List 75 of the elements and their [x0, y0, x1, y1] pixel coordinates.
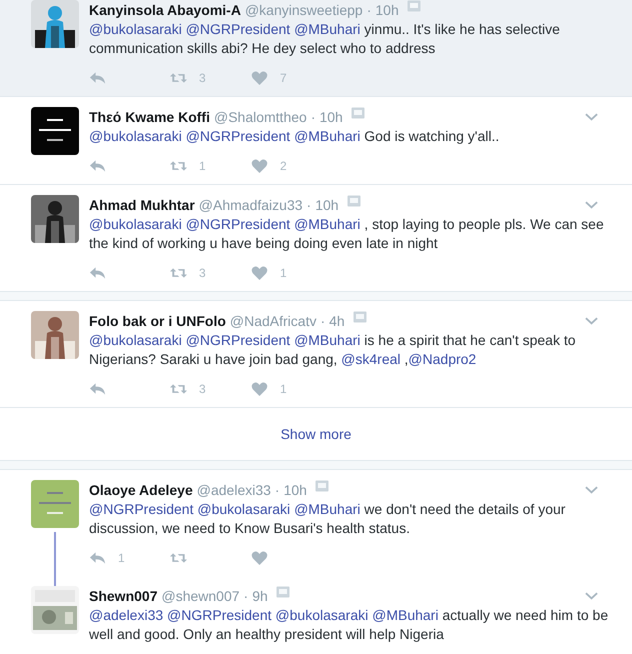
tweet-text: @bukolasaraki @NGRPresident @MBuhari is he a spirit that he can't speak to Nigerians? Saraki u have join bad gang, @sk4real ,@Nadpro2	[89, 331, 577, 369]
mention-link[interactable]: @NGRPresident	[89, 501, 194, 517]
user-name[interactable]: Folo bak or i UNFolo	[89, 313, 226, 329]
heart-icon[interactable]	[251, 266, 268, 280]
image-icon	[350, 107, 365, 119]
mention-link[interactable]: @bukolasaraki	[275, 607, 368, 623]
chevron-down-icon[interactable]	[585, 201, 598, 209]
show-more-link[interactable]: Show more	[280, 426, 352, 442]
mention-link[interactable]: @MBuhari	[294, 128, 360, 144]
chevron-down-icon[interactable]	[585, 317, 598, 325]
separator-dot: ·	[310, 109, 316, 125]
image-icon	[352, 311, 367, 323]
mention-link[interactable]: @bukolasaraki	[197, 501, 290, 517]
user-name[interactable]: Shewn007	[89, 588, 158, 604]
like-count: 7	[280, 71, 287, 85]
mention-link[interactable]: @NGRPresident	[167, 607, 272, 623]
retweet-icon[interactable]	[170, 382, 187, 396]
retweet-icon[interactable]	[170, 159, 187, 173]
image-icon	[314, 480, 329, 492]
mention-link[interactable]: @MBuhari	[294, 21, 360, 37]
mention-link[interactable]: @NGRPresident	[186, 216, 290, 232]
separator-dot: ·	[320, 313, 326, 329]
retweet-icon[interactable]	[170, 266, 187, 280]
mention-link[interactable]: @NGRPresident	[186, 332, 290, 348]
reply-icon[interactable]	[89, 159, 106, 173]
mention-link[interactable]: @bukolasaraki	[89, 128, 182, 144]
reply-icon[interactable]	[89, 71, 106, 85]
reply-icon[interactable]	[89, 551, 106, 565]
mention-link[interactable]: @MBuhari	[294, 501, 360, 517]
thread-line	[54, 532, 56, 586]
retweet-count: 3	[199, 71, 206, 85]
user-name[interactable]: Kanyinsola Abayomi-A	[89, 2, 241, 18]
user-name[interactable]: Thεό Kwame Koffi	[89, 109, 210, 125]
tweet-text: @bukolasaraki @NGRPresident @MBuhari , stop laying to people pls. We can see the kind of working u have being doing even late in night	[89, 215, 605, 253]
heart-icon[interactable]	[251, 551, 268, 565]
like-count: 1	[280, 266, 287, 280]
retweet-icon[interactable]	[170, 551, 187, 565]
retweet-count: 3	[199, 382, 206, 396]
separator-dot: ·	[244, 588, 248, 604]
tweet-text: @bukolasaraki @NGRPresident @MBuhari God is watching y'all..	[89, 127, 500, 146]
tweet-text: @adelexi33 @NGRPresident @bukolasaraki @MBuhari actually we need him to be well and good. Only an healthy president will help Nigeria	[89, 606, 610, 644]
like-count: 1	[280, 382, 287, 396]
chevron-down-icon[interactable]	[585, 113, 598, 121]
retweet-count: 3	[199, 266, 206, 280]
reply-icon[interactable]	[89, 382, 106, 396]
mention-link[interactable]: @Nadpro2	[408, 351, 476, 367]
separator-dot: ·	[274, 482, 280, 498]
user-name[interactable]: Olaoye Adeleye	[89, 482, 193, 498]
tweet-text: @NGRPresident @bukolasaraki @MBuhari we don't need the details of your discussion, we need to Know Busari's health status.	[89, 500, 566, 538]
like-count: 2	[280, 159, 287, 173]
chevron-down-icon[interactable]	[585, 592, 598, 600]
mention-link[interactable]: @sk4real	[341, 351, 401, 367]
image-icon	[346, 195, 361, 207]
mention-link[interactable]: @bukolasaraki	[89, 216, 182, 232]
mention-link[interactable]: @NGRPresident	[186, 128, 290, 144]
retweet-count: 1	[199, 159, 206, 173]
retweet-icon[interactable]	[170, 71, 187, 85]
separator-dot: ·	[306, 197, 312, 213]
mention-link[interactable]: @bukolasaraki	[89, 332, 182, 348]
mention-link[interactable]: @bukolasaraki	[89, 21, 182, 37]
image-icon	[276, 586, 290, 598]
mention-link[interactable]: @MBuhari	[372, 607, 438, 623]
chevron-down-icon[interactable]	[585, 486, 598, 494]
mention-link[interactable]: @MBuhari	[294, 332, 360, 348]
heart-icon[interactable]	[251, 159, 268, 173]
user-name[interactable]: Ahmad Mukhtar	[89, 197, 195, 213]
heart-icon[interactable]	[251, 382, 268, 396]
reply-count: 1	[118, 551, 125, 565]
mention-link[interactable]: @adelexi33	[89, 607, 164, 623]
tweet-text: @bukolasaraki @NGRPresident @MBuhari yinmu.. It's like he has selective communication skills abi? He dey select who to address	[89, 20, 561, 58]
mention-link[interactable]: @MBuhari	[294, 216, 360, 232]
heart-icon[interactable]	[251, 71, 268, 85]
reply-icon[interactable]	[89, 266, 106, 280]
separator-dot: ·	[366, 2, 372, 18]
mention-link[interactable]: @NGRPresident	[186, 21, 290, 37]
